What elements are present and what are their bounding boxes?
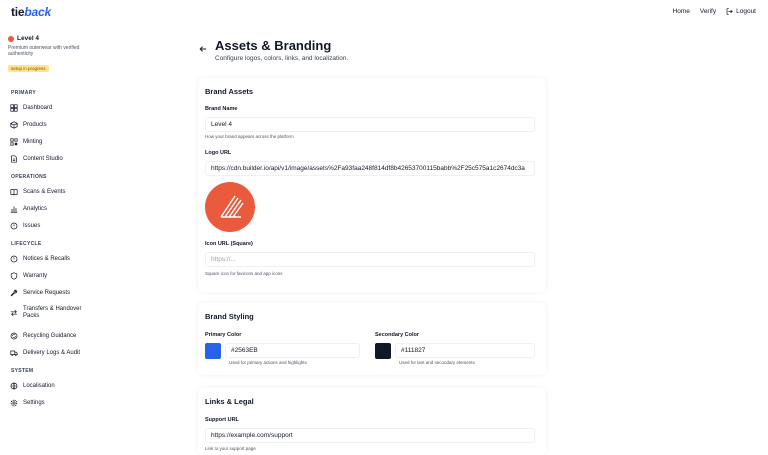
sidebar: Level 4 Premium outerwear with verified … (0, 27, 170, 455)
gear-icon (10, 399, 18, 407)
brand-description: Premium outerwear with verified authenti… (8, 45, 80, 57)
sidebar-item-label: Notices & Recalls (23, 255, 71, 262)
box-icon (10, 121, 18, 129)
section-label-lifecycle: LIFECYCLE (11, 241, 42, 247)
sidebar-item-label: Products (23, 121, 47, 128)
app-logo[interactable]: tieback (11, 5, 51, 19)
sidebar-item-warranty[interactable]: Warranty (10, 272, 160, 280)
sidebar-item-service-requests[interactable]: Service Requests (10, 289, 160, 297)
sidebar-item-scans-events[interactable]: Scans & Events (10, 188, 160, 196)
alert-circle-icon (10, 255, 18, 263)
logo-url-label: Logo URL (205, 150, 232, 156)
top-nav: Home Verify Logout (673, 8, 757, 15)
nav-home-link[interactable]: Home (673, 8, 690, 15)
nav-verify-link[interactable]: Verify (700, 8, 716, 15)
sidebar-item-label: Transfers & Handover Packs (23, 306, 82, 319)
arrow-left-icon (199, 46, 207, 52)
logout-button[interactable]: Logout (726, 8, 756, 15)
sidebar-item-issues[interactable]: Issues (10, 222, 160, 230)
book-icon (10, 189, 18, 196)
sidebar-item-label: Minting (23, 138, 43, 145)
shield-icon (10, 272, 18, 280)
sidebar-item-label: Localisation (23, 382, 55, 389)
alert-circle-icon (10, 222, 18, 230)
secondary-color-swatch[interactable] (375, 343, 391, 359)
support-url-hint: Link to your support page (205, 446, 256, 451)
qr-code-icon (10, 138, 18, 146)
back-button[interactable] (199, 45, 207, 55)
section-label-primary: PRIMARY (11, 90, 36, 96)
sidebar-item-minting[interactable]: Minting (10, 138, 160, 146)
sidebar-item-settings[interactable]: Settings (10, 399, 160, 407)
globe-icon (10, 382, 18, 390)
logo-text-back: back (24, 5, 51, 19)
brand-name: Level 4 (17, 35, 40, 42)
document-icon (11, 155, 17, 163)
logo-text-tie: tie (11, 5, 25, 19)
sidebar-item-dashboard[interactable]: Dashboard (10, 104, 160, 112)
sidebar-item-analytics[interactable]: Analytics (10, 205, 160, 213)
brand-name-hint: How your brand appears across the platfo… (205, 134, 294, 139)
links-legal-title: Links & Legal (205, 397, 254, 406)
links-legal-card: Links & Legal Support URL https://exampl… (198, 388, 546, 455)
brand-name-input[interactable]: Level 4 (205, 117, 535, 132)
sidebar-item-delivery-logs[interactable]: Delivery Logs & Audit (10, 349, 160, 357)
section-label-system: SYSTEM (11, 368, 34, 374)
support-url-input[interactable]: https://example.com/support (205, 428, 535, 443)
sidebar-item-label: Issues (23, 222, 41, 229)
sidebar-item-products[interactable]: Products (10, 121, 160, 129)
sidebar-item-localisation[interactable]: Localisation (10, 382, 160, 390)
brand-mark-icon (8, 35, 14, 42)
brand-assets-card: Brand Assets Brand Name Level 4 How your… (198, 78, 546, 292)
bar-chart-icon (10, 206, 18, 213)
logo-preview-image (205, 182, 255, 232)
primary-color-input[interactable]: #2563EB (225, 343, 360, 358)
truck-icon (10, 350, 18, 356)
sidebar-item-label: Analytics (23, 205, 48, 212)
logout-label: Logout (736, 8, 756, 15)
logout-icon (726, 8, 733, 15)
sidebar-item-label: Scans & Events (23, 188, 66, 195)
transfer-arrows-icon (10, 309, 18, 317)
sidebar-item-label: Recycling Guidance (23, 332, 77, 339)
secondary-color-hint: Used for text and secondary elements (399, 360, 475, 365)
sidebar-item-label: Content Studio (23, 155, 63, 162)
primary-color-swatch[interactable] (205, 343, 221, 359)
secondary-color-input[interactable]: #111827 (395, 343, 535, 358)
sidebar-item-label: Delivery Logs & Audit (23, 349, 81, 356)
sidebar-item-label: Service Requests (23, 289, 71, 296)
brand-assets-title: Brand Assets (205, 87, 254, 96)
icon-url-hint: Square icon for favicons and app icons (205, 271, 283, 276)
brand-block: Level 4 Premium outerwear with verified … (8, 35, 158, 75)
sidebar-item-label: Warranty (23, 272, 48, 279)
brand-header[interactable]: Level 4 (8, 35, 158, 42)
top-bar: tieback Home Verify Logout (0, 0, 768, 27)
primary-color-label: Primary Color (205, 332, 242, 338)
page-subtitle: Configure logos, colors, links, and loca… (215, 55, 349, 62)
status-badge: setup in progress (8, 65, 49, 72)
brand-styling-title: Brand Styling (205, 312, 254, 321)
sidebar-item-label: Settings (23, 399, 45, 406)
sidebar-item-transfers[interactable]: Transfers & Handover Packs (10, 306, 160, 320)
recycle-icon (10, 332, 18, 340)
logo-mark-icon (220, 195, 244, 218)
support-url-label: Support URL (205, 417, 239, 423)
sidebar-item-notices-recalls[interactable]: Notices & Recalls (10, 255, 160, 263)
brand-name-label: Brand Name (205, 106, 238, 112)
page-title: Assets & Branding (215, 38, 332, 53)
icon-url-label: Icon URL (Square) (205, 241, 253, 247)
dashboard-icon (10, 104, 18, 112)
primary-color-hint: Used for primary actions and highlights (229, 360, 307, 365)
logo-url-input[interactable]: https://cdn.builder.io/api/v1/image/asse… (205, 161, 535, 176)
secondary-color-label: Secondary Color (375, 332, 420, 338)
sidebar-item-label: Dashboard (23, 104, 53, 111)
section-label-operations: OPERATIONS (11, 174, 47, 180)
icon-url-input[interactable]: https://... (205, 252, 535, 267)
wrench-icon (10, 289, 18, 297)
sidebar-item-content-studio[interactable]: Content Studio (10, 155, 160, 163)
sidebar-item-recycling[interactable]: Recycling Guidance (10, 332, 160, 340)
brand-styling-card: Brand Styling Primary Color #2563EB Used… (198, 303, 546, 375)
